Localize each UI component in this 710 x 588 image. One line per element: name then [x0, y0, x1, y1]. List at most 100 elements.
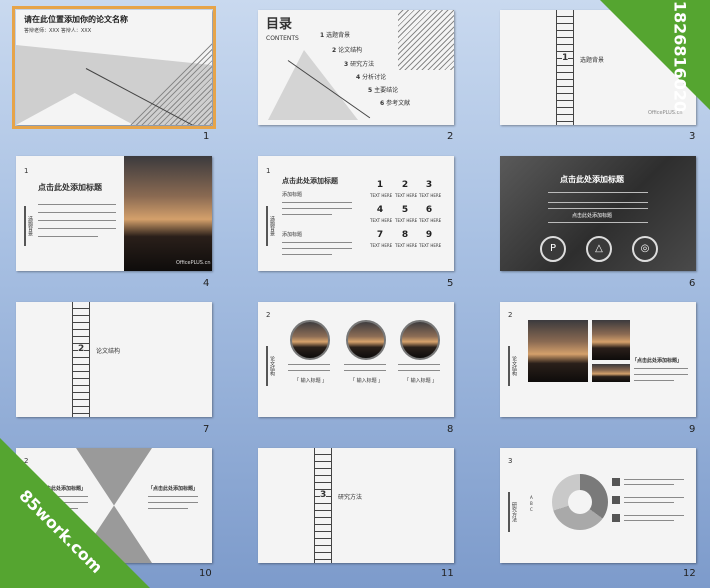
text-line: [148, 508, 188, 509]
sub-heading: 点击此处添加标题: [572, 213, 613, 219]
slide-number-8: 8: [447, 424, 454, 435]
slide-heading: 「点击此处添加标题」: [632, 358, 683, 364]
small-photo: [592, 320, 630, 360]
legend-swatch: [612, 478, 620, 486]
watermark-text-top-right: qq:1826816020: [670, 0, 690, 113]
text-line: [288, 370, 330, 371]
slide-thumbnail-11[interactable]: 3 研究方法: [258, 448, 454, 563]
chrome-icon: ◎: [632, 236, 658, 262]
grid-number: 8: [401, 230, 409, 240]
slide-meta: 答辩老师：XXX 答辩人：XXX: [24, 28, 92, 34]
text-line: [344, 370, 386, 371]
grid-number: 7: [376, 230, 384, 240]
film-strip: [556, 10, 574, 125]
slide-heading: 点击此处添加标题: [560, 175, 624, 184]
section-number: 3: [508, 457, 513, 465]
section-number: 2: [508, 311, 513, 319]
slide-thumbnail-5[interactable]: 1 选题背景 点击此处添加标题 添加标题 添加标题 1 2 3 4 5 6 7 …: [258, 156, 454, 271]
grid-caption: TEXT HERE: [395, 243, 418, 248]
text-line: [634, 380, 674, 381]
toc-item-3[interactable]: 3 研究方法: [344, 61, 374, 68]
slide-heading: 点击此处添加标题: [282, 177, 338, 185]
side-label: 选题背景: [269, 216, 275, 236]
circle-photo: [290, 320, 330, 360]
small-photo: [592, 364, 630, 382]
toc-item-5[interactable]: 5 主要结论: [368, 87, 398, 94]
right-heading: 「点击此处添加标题」: [148, 486, 199, 492]
text-line: [282, 208, 352, 209]
hatch-pattern: [398, 10, 454, 70]
slide-number-1: 1: [203, 131, 210, 142]
playstation-icon: △: [586, 236, 612, 262]
sub-heading-2: 添加标题: [282, 232, 303, 238]
slide-number-6: 6: [689, 278, 696, 289]
slide-thumbnail-9[interactable]: 2 论文结构 「点击此处添加标题」: [500, 302, 696, 417]
text-line: [624, 515, 684, 516]
toc-item-1[interactable]: 1 选题背景: [320, 32, 350, 39]
grid-number: 3: [425, 180, 433, 190]
text-line: [148, 496, 198, 497]
caption: 「 输入标题 」: [350, 378, 384, 384]
toc-item-4[interactable]: 4 分析讨论: [356, 74, 386, 81]
text-line: [38, 236, 98, 237]
grid-caption: TEXT HERE: [370, 243, 393, 248]
donut-hole: [568, 490, 592, 514]
grid-number: 5: [401, 205, 409, 215]
text-line: [398, 364, 440, 365]
section-number: 2: [78, 344, 85, 354]
text-line: [38, 212, 116, 213]
sub-heading-1: 添加标题: [282, 192, 303, 198]
text-line: [548, 222, 648, 223]
pinterest-icon: P: [540, 236, 566, 262]
text-line: [548, 202, 648, 203]
grid-caption: TEXT HERE: [370, 218, 393, 223]
grid-number: 1: [376, 180, 384, 190]
text-line: [38, 220, 116, 221]
slide-thumbnail-12[interactable]: 3 研究方法 A B C: [500, 448, 696, 563]
toc-title: 目录: [266, 17, 293, 32]
caption: 「 输入标题 」: [294, 378, 328, 384]
text-line: [282, 254, 332, 255]
grid-caption: TEXT HERE: [419, 243, 442, 248]
slide-number-3: 3: [689, 131, 696, 142]
slide-thumbnail-7[interactable]: 2 论文结构: [16, 302, 212, 417]
text-line: [548, 208, 648, 209]
text-line: [344, 364, 386, 365]
side-label: 论文结构: [269, 356, 275, 376]
circle-photo: [346, 320, 386, 360]
slide-number-12: 12: [683, 568, 696, 579]
text-line: [624, 497, 684, 498]
grid-caption: TEXT HERE: [419, 218, 442, 223]
text-line: [38, 204, 116, 205]
slide-number-5: 5: [447, 278, 454, 289]
film-strip: [72, 302, 90, 417]
donut-chart: [552, 474, 608, 530]
film-strip: [314, 448, 332, 563]
sunset-photo: [124, 156, 212, 271]
slide-number-9: 9: [689, 424, 696, 435]
text-line: [624, 520, 674, 521]
slide-heading: 点击此处添加标题: [38, 183, 102, 192]
grid-number: 2: [401, 180, 409, 190]
side-label: 论文结构: [511, 356, 517, 376]
toc-item-6[interactable]: 6 参考文献: [380, 100, 410, 107]
slide-thumbnail-2[interactable]: 目录 CONTENTS 1 选题背景 2 论文结构 3 研究方法 4 分析讨论 …: [258, 10, 454, 125]
section-title: 研究方法: [338, 494, 363, 501]
section-number: 1: [266, 167, 271, 175]
slide-thumbnail-6[interactable]: 点击此处添加标题 点击此处添加标题 P △ ◎: [500, 156, 696, 271]
grid-caption: TEXT HERE: [370, 193, 393, 198]
toc-item-2[interactable]: 2 论文结构: [332, 47, 362, 54]
section-number: 3: [320, 490, 327, 500]
grid-number: 9: [425, 230, 433, 240]
slide-number-2: 2: [447, 131, 454, 142]
text-line: [282, 202, 352, 203]
slide-thumbnail-1[interactable]: 请在此位置添加你的论文名称 答辩老师：XXX 答辩人：XXX: [12, 6, 216, 129]
section-number: 1: [24, 167, 29, 175]
grid-number: 6: [425, 205, 433, 215]
section-title: 论文结构: [96, 348, 121, 355]
large-photo: [528, 320, 588, 382]
slide-thumbnail-8[interactable]: 2 论文结构 「 输入标题 」 「 输入标题 」 「 输入标题 」: [258, 302, 454, 417]
text-line: [634, 368, 688, 369]
legend-swatch: [612, 496, 620, 504]
slide-thumbnail-4[interactable]: 1 选题背景 点击此处添加标题 OfficePLUS.cn: [16, 156, 212, 271]
